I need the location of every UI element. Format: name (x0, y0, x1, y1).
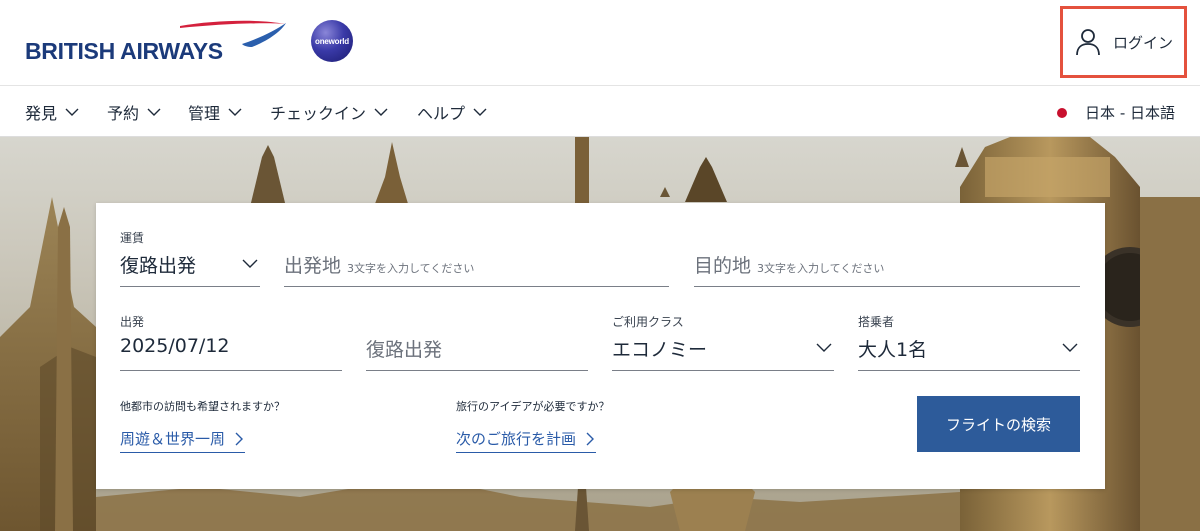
chevron-down-icon (242, 259, 258, 268)
plan-trip-link[interactable]: 次のご旅行を計画 (456, 428, 597, 453)
destination-hint: 3文字を入力してください (757, 262, 885, 275)
nav-item-label: ヘルプ (417, 104, 466, 123)
nav-item-label: チェックイン (270, 104, 367, 123)
multicity-link-label: 周遊＆世界一周 (120, 430, 226, 448)
british-airways-logo[interactable]: BRITISH AIRWAYS (25, 20, 295, 70)
search-flights-button[interactable]: フライトの検索 (917, 396, 1080, 452)
site-header: BRITISH AIRWAYS oneworld ログイン (0, 0, 1200, 86)
chevron-right-icon (586, 432, 595, 445)
origin-hint: 3文字を入力してください (347, 262, 475, 275)
nav-item-book[interactable]: 予約 (107, 100, 161, 124)
oneworld-logo[interactable]: oneworld (311, 20, 353, 62)
passengers-label: 搭乗者 (858, 315, 895, 329)
depart-date-label: 出発 (120, 315, 145, 329)
login-button[interactable]: ログイン (1060, 6, 1187, 78)
nav-item-manage[interactable]: 管理 (188, 100, 242, 124)
cabin-class-value: エコノミー (612, 339, 708, 361)
fare-type-select[interactable]: 運賃 復路出発 (120, 227, 260, 287)
japan-flag-icon (1057, 107, 1068, 118)
origin-input[interactable]: 出発地 3文字を入力してください (284, 227, 669, 287)
depart-date-input[interactable]: 出発 2025/07/12 (120, 311, 342, 371)
chevron-down-icon (1062, 343, 1078, 352)
chevron-down-icon (374, 108, 388, 116)
nav-item-check-in[interactable]: チェックイン (270, 100, 388, 124)
depart-date-value: 2025/07/12 (120, 335, 230, 357)
fare-type-label: 運賃 (120, 231, 145, 245)
chevron-down-icon (473, 108, 487, 116)
logo-wordmark: BRITISH AIRWAYS (25, 38, 223, 64)
user-icon (1076, 29, 1100, 56)
multicity-link[interactable]: 周遊＆世界一周 (120, 428, 246, 453)
locale-selector[interactable]: 日本 - 日本語 (1057, 102, 1175, 123)
origin-placeholder: 出発地 (284, 255, 342, 277)
locale-label: 日本 - 日本語 (1085, 104, 1175, 122)
nav-item-help[interactable]: ヘルプ (417, 100, 487, 124)
chevron-down-icon (147, 108, 161, 116)
fare-type-value: 復路出発 (120, 255, 197, 277)
return-date-input[interactable]: 復路出発 (366, 311, 588, 371)
main-nav: 発見 予約 管理 チェックイン ヘルプ 日本 - 日本語 (0, 86, 1200, 137)
passengers-value: 大人1名 (858, 339, 928, 361)
nav-item-label: 発見 (25, 104, 58, 123)
chevron-down-icon (228, 108, 242, 116)
ideas-question: 旅行のアイデアが必要ですか？ (456, 400, 610, 413)
nav-item-label: 管理 (188, 104, 221, 123)
return-date-placeholder: 復路出発 (366, 339, 443, 361)
chevron-down-icon (816, 343, 832, 352)
chevron-down-icon (65, 108, 79, 116)
chevron-right-icon (235, 432, 244, 445)
multicity-question: 他都市の訪問も希望されますか？ (120, 400, 285, 413)
login-label: ログイン (1113, 33, 1174, 52)
nav-item-label: 予約 (107, 104, 140, 123)
destination-placeholder: 目的地 (694, 255, 752, 277)
passengers-select[interactable]: 搭乗者 大人1名 (858, 311, 1080, 371)
flight-search-panel: 運賃 復路出発 出発地 3文字を入力してください 目的地 3文字を入力してください … (96, 203, 1105, 489)
cabin-class-select[interactable]: ご利用クラス エコノミー (612, 311, 834, 371)
plan-trip-link-label: 次のご旅行を計画 (456, 430, 577, 448)
oneworld-wordmark: oneworld (315, 36, 349, 46)
nav-item-discover[interactable]: 発見 (25, 100, 79, 124)
cabin-class-label: ご利用クラス (612, 315, 684, 329)
destination-input[interactable]: 目的地 3文字を入力してください (694, 227, 1080, 287)
